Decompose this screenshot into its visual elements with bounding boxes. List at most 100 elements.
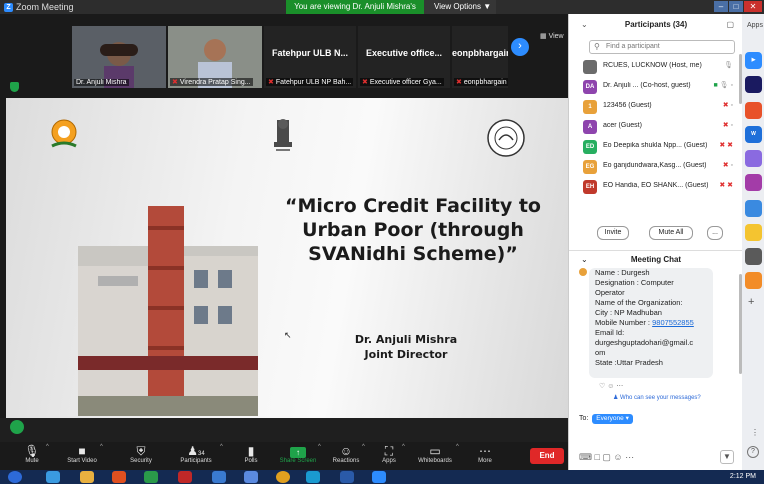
microphone-icon: 🎙 <box>24 444 40 458</box>
mic-icon: 🎙 <box>724 62 733 69</box>
chrome-icon[interactable] <box>276 471 290 483</box>
phone-link[interactable]: 9807552855 <box>652 318 694 327</box>
chat-reaction-icons[interactable]: ♡ ☺ ⋯ <box>599 382 623 390</box>
app-tile-icon[interactable] <box>745 224 762 241</box>
view-options-button[interactable]: View Options ▼ <box>424 0 496 14</box>
app-tile-icon[interactable] <box>745 76 762 93</box>
word-icon[interactable] <box>340 471 354 483</box>
folder-icon[interactable] <box>80 471 94 483</box>
participant-row[interactable]: ED Eo Deepika shukla Npp... (Guest) ✖ ✖ <box>581 138 739 156</box>
app-tile-icon[interactable]: W <box>745 126 762 143</box>
participants-button[interactable]: ♟34 Participants <box>176 442 216 470</box>
participant-row[interactable]: EH EO Handia, EO SHANK... (Guest) ✖ ✖ <box>581 178 739 196</box>
start-icon[interactable] <box>8 471 22 483</box>
opera-icon[interactable] <box>178 471 192 483</box>
browser-icon[interactable] <box>46 471 60 483</box>
participant-status-icons: ■ 🎙 ▫ <box>713 82 734 89</box>
video-tile[interactable]: ✖ Virendra Pratap Sing... <box>168 26 262 88</box>
maximize-button[interactable]: □ <box>729 1 743 12</box>
polls-button[interactable]: ▮ Polls <box>240 442 262 470</box>
mute-options-caret[interactable]: ^ <box>46 444 49 450</box>
add-app-icon[interactable]: + <box>748 296 754 308</box>
video-strip: Dr. Anjuli Mishra ✖ Virendra Pratap Sing.… <box>0 14 568 98</box>
help-icon[interactable]: ? <box>747 446 759 458</box>
apps-options-caret[interactable]: ^ <box>402 444 405 450</box>
participant-search-input[interactable]: ⚲ Find a participant <box>589 40 735 54</box>
skype-icon[interactable] <box>306 471 320 483</box>
who-can-see-link[interactable]: ♟ Who can see your messages? <box>613 394 701 401</box>
chat-filter-icon[interactable]: ▼ <box>720 450 734 464</box>
end-meeting-button[interactable]: End <box>530 448 564 464</box>
popout-icon[interactable]: ▢ <box>726 20 734 29</box>
more-vertical-icon[interactable]: ⋮ <box>751 428 759 437</box>
chat-message: Name : Durgesh Designation : Computer Op… <box>589 268 713 378</box>
mute-button[interactable]: 🎙 Mute <box>20 442 44 470</box>
mouse-cursor-icon: ↖ <box>284 330 292 340</box>
video-tile[interactable]: eonpbhargain ✖ eonpbhargain <box>452 26 508 88</box>
app-tile-icon[interactable] <box>745 102 762 119</box>
participant-status-icons: ✖ ▫ <box>722 102 733 109</box>
participant-status-icons: ✖ ▫ <box>722 122 733 129</box>
recipient-select[interactable]: Everyone ▾ <box>592 414 633 424</box>
minimize-button[interactable]: – <box>714 1 728 12</box>
more-options-button[interactable]: ... <box>707 226 723 240</box>
whiteboards-button[interactable]: ▭ Whiteboards <box>414 442 456 470</box>
encryption-shield-icon[interactable] <box>10 82 19 92</box>
start-video-button[interactable]: ■ Start Video <box>62 442 102 470</box>
shared-screen: “Micro Credit Facility to Urban Poor (th… <box>6 98 568 418</box>
excel-icon[interactable] <box>144 471 158 483</box>
participant-row[interactable]: 1 123456 (Guest) ✖ ▫ <box>581 98 739 116</box>
reactions-options-caret[interactable]: ^ <box>362 444 365 450</box>
video-tile[interactable]: Executive office... ✖ Executive officer G… <box>358 26 450 88</box>
app-tile-icon[interactable]: ▶ <box>745 52 762 69</box>
apps-button[interactable]: ⛶ Apps <box>378 442 400 470</box>
apps-header: Apps <box>747 22 763 29</box>
presenter-block: Dr. Anjuli Mishra Joint Director <box>306 332 506 362</box>
mute-all-button[interactable]: Mute All <box>649 226 693 240</box>
app-tile-icon[interactable] <box>745 200 762 217</box>
whiteboard-icon: ▭ <box>429 444 441 458</box>
share-screen-button[interactable]: ↑ Share Screen <box>278 442 318 470</box>
invite-button[interactable]: Invite <box>597 226 629 240</box>
zoom-window: Z Zoom Meeting You are viewing Dr. Anjul… <box>0 0 764 484</box>
apps-sidebar: Apps ▶ W + ⋮ ? <box>742 14 764 470</box>
video-options-caret[interactable]: ^ <box>100 444 103 450</box>
presenter-name: Dr. Anjuli Mishra <box>354 333 458 346</box>
more-button[interactable]: ⋯ More <box>474 442 496 470</box>
video-tile[interactable]: Fatehpur ULB N... ✖ Fatehpur ULB NP Bah..… <box>264 26 356 88</box>
app-tile-icon[interactable] <box>745 272 762 289</box>
annotate-icon[interactable] <box>10 420 24 434</box>
view-menu[interactable]: ▦ View <box>540 32 564 40</box>
participant-row[interactable]: EG Eo ganjdundwara,Kasg... (Guest) ✖ ▫ <box>581 158 739 176</box>
app-icon[interactable] <box>212 471 226 483</box>
close-button[interactable]: ✕ <box>744 1 762 12</box>
next-page-icon[interactable]: › <box>511 38 529 56</box>
media-player-icon[interactable] <box>112 471 126 483</box>
app-icon[interactable] <box>244 471 258 483</box>
system-tray-icons[interactable] <box>610 471 700 483</box>
security-button[interactable]: ⛨ Security <box>126 442 156 470</box>
polls-icon: ▮ <box>247 444 255 458</box>
share-options-caret[interactable]: ^ <box>318 444 321 450</box>
os-taskbar: 2:12 PM <box>0 470 764 484</box>
rcues-logo-icon <box>51 119 77 148</box>
chat-input-tools[interactable]: ⌨ □ ▢ ☺ ⋯ <box>579 452 634 463</box>
app-tile-icon[interactable] <box>745 150 762 167</box>
participant-row[interactable]: RCUES, LUCKNOW (Host, me) 🎙 <box>581 58 739 76</box>
system-clock: 2:12 PM <box>729 473 756 480</box>
tile-big-name: Fatehpur ULB N... <box>272 48 348 58</box>
app-tile-icon[interactable] <box>745 174 762 191</box>
chat-collapse-chevron-icon[interactable]: ⌄ <box>581 251 588 269</box>
whiteboards-options-caret[interactable]: ^ <box>456 444 459 450</box>
tile-name: ✖ Executive officer Gya... <box>360 78 444 86</box>
avatar: EH <box>583 180 597 194</box>
reactions-button[interactable]: ☺ Reactions <box>330 442 362 470</box>
zoom-taskbar-icon[interactable] <box>372 471 386 483</box>
slide-title: “Micro Credit Facility to Urban Poor (th… <box>285 195 541 265</box>
video-tile[interactable]: Dr. Anjuli Mishra <box>72 26 166 88</box>
participants-panel: ⌄ Participants (34) ▢ ⚲ Find a participa… <box>568 14 743 470</box>
app-tile-icon[interactable] <box>745 248 762 265</box>
participants-options-caret[interactable]: ^ <box>220 444 223 450</box>
participant-row[interactable]: DA Dr. Anjuli ... (Co-host, guest) ■ 🎙 ▫ <box>581 78 739 96</box>
participant-row[interactable]: A acer (Guest) ✖ ▫ <box>581 118 739 136</box>
